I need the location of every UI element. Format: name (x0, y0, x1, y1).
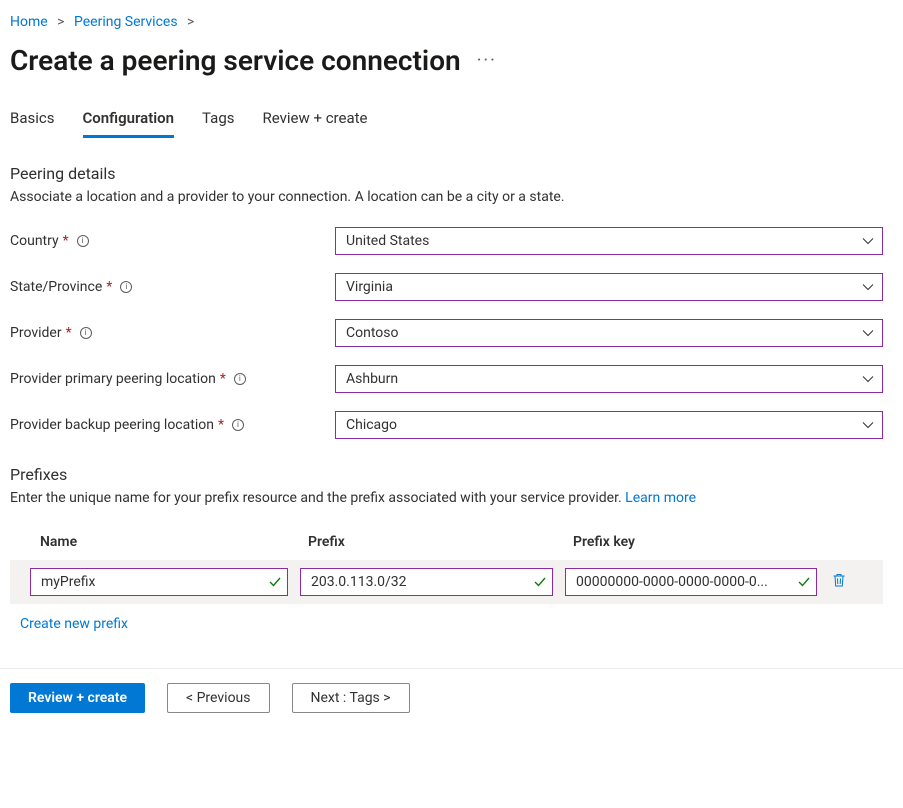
breadcrumb-home[interactable]: Home (10, 14, 48, 30)
col-name: Name (40, 534, 308, 550)
prefix-value-input[interactable] (300, 568, 553, 596)
country-value: United States (336, 228, 882, 254)
primary-location-dropdown[interactable]: Ashburn (335, 365, 883, 393)
peering-details-desc: Associate a location and a provider to y… (10, 189, 883, 205)
primary-location-value: Ashburn (336, 366, 882, 392)
breadcrumb-separator: > (187, 14, 194, 30)
state-value: Virginia (336, 274, 882, 300)
info-icon[interactable]: i (234, 373, 246, 385)
prefix-table-header: Name Prefix Prefix key (10, 528, 883, 560)
required-icon: * (218, 417, 224, 433)
required-icon: * (220, 371, 226, 387)
required-icon: * (63, 233, 69, 249)
chevron-down-icon (862, 327, 874, 339)
prefixes-desc: Enter the unique name for your prefix re… (10, 490, 883, 506)
info-icon[interactable]: i (80, 327, 92, 339)
country-dropdown[interactable]: United States (335, 227, 883, 255)
info-icon[interactable]: i (120, 281, 132, 293)
check-icon (268, 575, 282, 589)
provider-label: Provider * i (10, 325, 335, 341)
backup-location-dropdown[interactable]: Chicago (335, 411, 883, 439)
provider-dropdown[interactable]: Contoso (335, 319, 883, 347)
provider-value: Contoso (336, 320, 882, 346)
tab-review-create[interactable]: Review + create (263, 103, 368, 138)
tab-tags[interactable]: Tags (202, 103, 234, 138)
page-title: Create a peering service connection (10, 44, 461, 77)
breadcrumb-peering-services[interactable]: Peering Services (74, 14, 178, 30)
required-icon: * (106, 279, 112, 295)
footer-buttons: Review + create < Previous Next : Tags > (10, 683, 883, 713)
tab-configuration[interactable]: Configuration (83, 103, 175, 138)
prefixes-heading: Prefixes (10, 465, 883, 484)
tab-basics[interactable]: Basics (10, 103, 55, 138)
info-icon[interactable]: i (232, 419, 244, 431)
breadcrumb: Home > Peering Services > (10, 10, 883, 38)
prefix-name-input[interactable] (30, 568, 288, 596)
info-icon[interactable]: i (77, 235, 89, 247)
next-button[interactable]: Next : Tags > (292, 683, 410, 713)
primary-location-label: Provider primary peering location * i (10, 371, 335, 387)
required-icon: * (66, 325, 72, 341)
backup-location-label: Provider backup peering location * i (10, 417, 335, 433)
country-label: Country * i (10, 233, 335, 249)
state-dropdown[interactable]: Virginia (335, 273, 883, 301)
prefix-key-input[interactable] (565, 568, 817, 596)
learn-more-link[interactable]: Learn more (625, 490, 696, 506)
col-prefix: Prefix (308, 534, 573, 550)
trash-icon (831, 572, 847, 592)
footer-separator (0, 668, 903, 669)
tabs: Basics Configuration Tags Review + creat… (10, 103, 883, 138)
peering-details-heading: Peering details (10, 164, 883, 183)
create-new-prefix-link[interactable]: Create new prefix (20, 616, 128, 632)
previous-button[interactable]: < Previous (167, 683, 269, 713)
review-create-button[interactable]: Review + create (10, 683, 145, 713)
check-icon (797, 575, 811, 589)
breadcrumb-separator: > (57, 14, 64, 30)
chevron-down-icon (862, 373, 874, 385)
state-label: State/Province * i (10, 279, 335, 295)
chevron-down-icon (862, 281, 874, 293)
more-actions-button[interactable]: ··· (477, 50, 497, 71)
chevron-down-icon (862, 235, 874, 247)
check-icon (533, 575, 547, 589)
prefix-row (10, 560, 883, 604)
chevron-down-icon (862, 419, 874, 431)
backup-location-value: Chicago (336, 412, 882, 438)
col-key: Prefix key (573, 534, 873, 550)
delete-prefix-button[interactable] (829, 572, 849, 592)
